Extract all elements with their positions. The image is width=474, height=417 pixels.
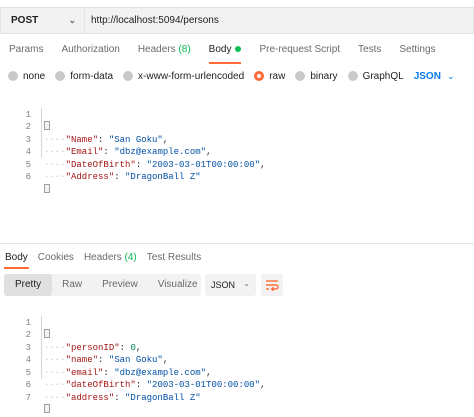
tab-params[interactable]: Params (0, 38, 52, 62)
wrap-lines-icon (266, 280, 279, 291)
response-view-switcher: Pretty Raw Preview Visualize (4, 274, 201, 296)
response-format-select[interactable]: JSON ⌄ (205, 274, 256, 296)
radio-graphql[interactable]: GraphQL (347, 70, 404, 82)
code-text (44, 404, 50, 417)
tab-settings[interactable]: Settings (390, 38, 444, 62)
radio-label: form-data (70, 70, 114, 82)
code-line: 5 ····"Address": "DragonBall Z" (0, 146, 474, 183)
tab-label: Headers (83, 252, 122, 263)
code-line: 4 ····"email": "dbz@example.com", (0, 342, 474, 378)
radio-circle (123, 71, 134, 81)
request-tabs: Params Authorization Headers (8) Body Pr… (0, 38, 474, 64)
code-line: 6 ····"address": "DragonBall Z" (0, 367, 474, 403)
view-raw-button[interactable]: Raw (52, 274, 92, 296)
url-value: http://localhost:5094/persons (91, 15, 219, 26)
body-type-options: none form-data x-www-form-urlencoded raw… (0, 66, 474, 86)
tab-label: Params (9, 44, 44, 55)
tab-label: Settings (399, 44, 436, 55)
tab-label: Authorization (61, 44, 120, 55)
tab-pre-request-script[interactable]: Pre-request Script (250, 38, 349, 62)
tab-label: Pre-request Script (259, 44, 341, 55)
body-indicator-dot (235, 46, 242, 53)
response-tab-cookies[interactable]: Cookies (33, 249, 79, 267)
chevron-down-icon: ⌄ (446, 70, 455, 81)
method-label: POST (11, 15, 39, 26)
tab-tests[interactable]: Tests (349, 38, 390, 62)
code-line: 1 (0, 96, 474, 131)
tab-label: Cookies (37, 252, 74, 263)
view-pretty-button[interactable]: Pretty (4, 274, 53, 296)
code-line: 2 ····"personID": 0, (0, 317, 474, 353)
code-text: ····"Address": "DragonBall Z" (44, 172, 201, 182)
chevron-down-icon: ⌄ (243, 279, 250, 288)
json-line: "Address": "DragonBall Z" (65, 172, 201, 182)
tab-label: Tests (358, 44, 382, 55)
response-tab-test-results[interactable]: Test Results (142, 249, 206, 267)
url-input[interactable]: http://localhost:5094/persons (84, 7, 474, 34)
json-line: "address": "DragonBall Z" (65, 392, 201, 403)
code-line: 5 ····"dateOfBirth": "2003-03-01T00:00:0… (0, 354, 474, 391)
response-tab-headers[interactable]: Headers (4) (79, 249, 142, 267)
response-toolbar: Pretty Raw Preview Visualize JSON ⌄ (0, 274, 474, 296)
tab-headers[interactable]: Headers (8) (129, 38, 200, 62)
response-headers-count: (4) (124, 252, 137, 263)
request-bar: POST ⌄ http://localhost:5094/persons (0, 7, 474, 34)
tab-label: Test Results (146, 252, 202, 263)
radio-circle-selected (254, 71, 265, 81)
radio-binary[interactable]: binary (295, 70, 338, 82)
code-line: 4 ····"DateOfBirth": "2003-03-01T00:00:0… (0, 134, 474, 170)
tab-label: Headers (137, 44, 176, 55)
radio-none[interactable]: none (8, 71, 45, 82)
code-line: 3 ····"Email": "dbz@example.com", (0, 121, 474, 158)
code-line: 7 (0, 379, 474, 414)
response-body-viewer[interactable]: 1 2 ····"personID": 0, 3 ····"name": "Sa… (0, 304, 474, 414)
line-number: 7 (25, 392, 31, 403)
radio-label: raw (269, 70, 286, 82)
response-tab-body[interactable]: Body (0, 249, 33, 269)
view-preview-button[interactable]: Preview (92, 274, 148, 296)
request-body-editor[interactable]: 1 2 ····"Name": "San Goku", 3 ····"Email… (0, 96, 474, 238)
wrap-lines-button[interactable] (261, 274, 283, 296)
radio-raw[interactable]: raw (254, 71, 285, 82)
headers-count: (8) (178, 44, 191, 55)
code-line: 1 (0, 304, 474, 339)
language-label: JSON (413, 70, 441, 82)
tab-body[interactable]: Body (200, 38, 251, 64)
code-text (44, 183, 50, 197)
format-label: JSON (211, 280, 236, 290)
tab-label: Body (5, 252, 28, 263)
radio-form-data[interactable]: form-data (55, 71, 113, 82)
chevron-down-icon: ⌄ (68, 15, 76, 25)
radio-circle (347, 71, 358, 81)
view-visualize-button[interactable]: Visualize (148, 274, 208, 296)
code-line: 3 ····"name": "San Goku", (0, 329, 474, 366)
radio-circle (295, 71, 306, 81)
body-language-select[interactable]: JSON ⌄ (414, 71, 455, 82)
method-select[interactable]: POST ⌄ (0, 7, 84, 34)
pane-divider[interactable] (0, 243, 474, 244)
response-tabs: Body Cookies Headers (4) Test Results (0, 249, 474, 269)
radio-label: binary (310, 70, 338, 82)
radio-circle (8, 71, 18, 81)
radio-label: x-www-form-urlencoded (138, 70, 245, 82)
radio-label: GraphQL (362, 70, 404, 82)
tab-label: Body (208, 44, 232, 55)
line-number: 6 (25, 172, 31, 182)
fold-brace-icon (44, 404, 50, 414)
radio-label: none (23, 70, 46, 82)
code-text: ····"address": "DragonBall Z" (44, 392, 201, 403)
code-line: 2 ····"Name": "San Goku", (0, 109, 474, 145)
radio-circle (55, 71, 66, 81)
fold-brace-icon (44, 183, 50, 193)
radio-x-www-form-urlencoded[interactable]: x-www-form-urlencoded (123, 71, 244, 82)
code-line: 6 (0, 159, 474, 193)
tab-authorization[interactable]: Authorization (52, 38, 128, 62)
